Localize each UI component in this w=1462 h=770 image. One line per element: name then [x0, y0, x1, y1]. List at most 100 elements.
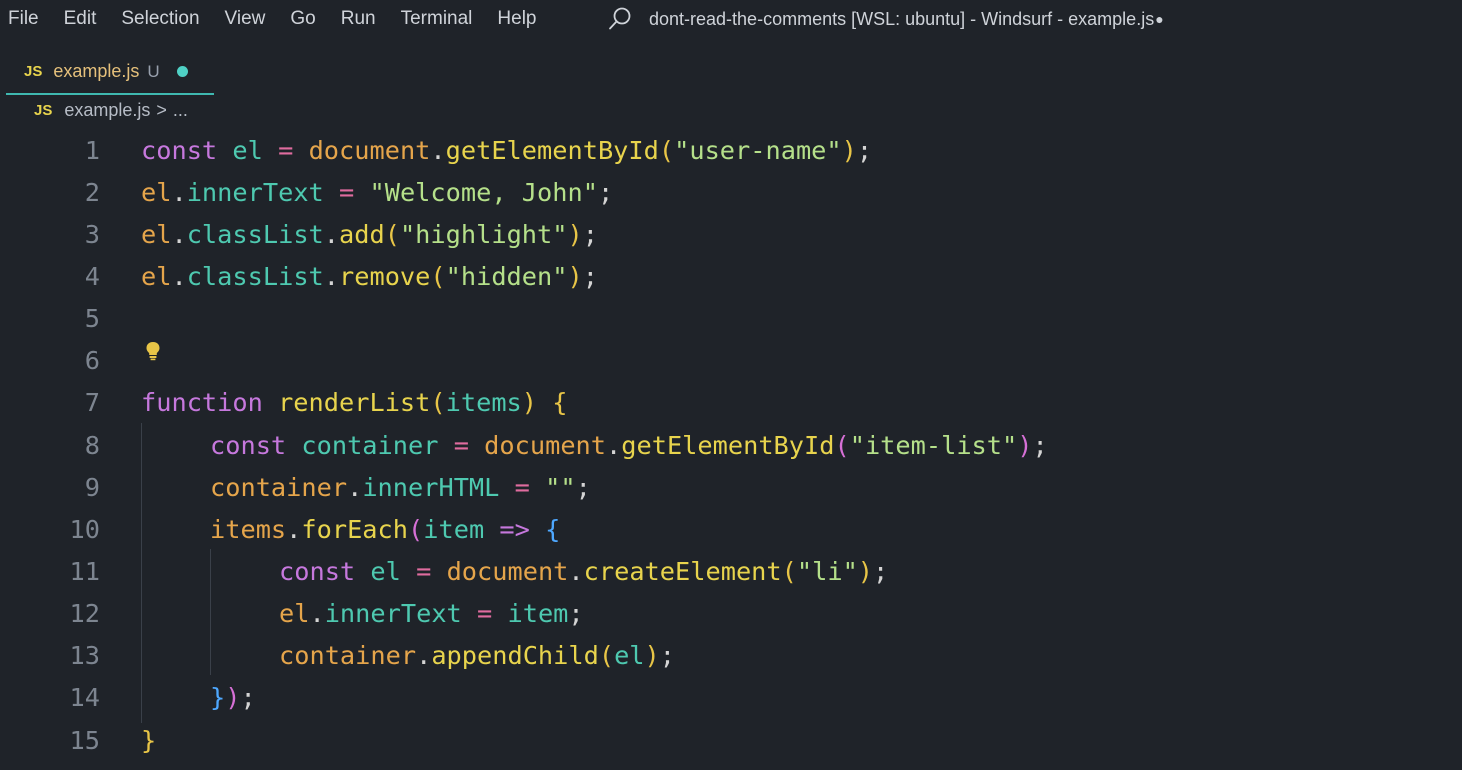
code-token: ) — [857, 557, 874, 586]
code-token: renderList — [278, 388, 431, 418]
code-line[interactable]: 2 el.innerText = "Welcome, John"; — [0, 171, 1462, 213]
code-text: }); — [210, 683, 256, 712]
code-token: ; — [568, 599, 584, 629]
code-token: = — [416, 557, 432, 586]
menu-go[interactable]: Go — [290, 8, 315, 30]
code-line[interactable]: 7 function renderList(items) { — [0, 382, 1462, 424]
line-number: 4 — [84, 261, 100, 291]
menu-edit[interactable]: Edit — [64, 8, 97, 30]
code-token: classList — [186, 219, 324, 249]
code-token: ( — [598, 641, 615, 671]
code-token: ) — [567, 261, 583, 291]
code-text: items.forEach(item => { — [210, 515, 560, 544]
code-line[interactable]: 5 — [0, 298, 1462, 340]
line-number: 8 — [84, 430, 100, 460]
code-token: ; — [873, 557, 889, 586]
code-token: el — [370, 557, 401, 586]
code-token: el — [232, 135, 263, 165]
code-token: . — [568, 557, 584, 586]
code-token: forEach — [301, 514, 409, 544]
code-token: ; — [1032, 430, 1048, 460]
code-token: items — [210, 514, 287, 544]
code-line[interactable]: 15} — [0, 719, 1462, 761]
code-token: item — [423, 514, 485, 544]
code-token: { — [545, 514, 561, 544]
code-token: = — [514, 472, 530, 502]
code-line[interactable]: 12 el.innerText = item; — [0, 593, 1462, 635]
menu-terminal[interactable]: Terminal — [401, 8, 473, 30]
code-line[interactable]: 10 items.forEach(item => { — [0, 508, 1462, 550]
code-line[interactable]: 13 container.appendChild(el); — [0, 635, 1462, 677]
code-line[interactable]: 8 const container = document.getElementBy… — [0, 424, 1462, 466]
tab-example-js[interactable]: JS example.js U — [6, 50, 214, 95]
code-token: document — [484, 430, 607, 460]
code-token: classList — [186, 261, 324, 291]
code-token: getElementById — [445, 135, 659, 165]
line-number: 15 — [69, 725, 100, 755]
code-token: "" — [545, 472, 576, 502]
breadcrumb-separator: > — [156, 100, 167, 120]
code-token: container — [210, 472, 348, 502]
code-text: const el = document.createElement("li"); — [279, 557, 888, 586]
unsaved-indicator: ● — [1155, 11, 1164, 27]
code-token: innerText — [324, 599, 462, 629]
code-line[interactable]: 1 const el = document.getElementById("use… — [0, 129, 1462, 171]
line-number: 2 — [84, 177, 100, 207]
code-token: "user-name" — [674, 135, 842, 165]
code-token: document — [446, 557, 569, 586]
code-token: appendChild — [431, 641, 599, 671]
unsaved-dot-icon[interactable] — [176, 66, 188, 77]
breadcrumb: JS example.js > ... — [34, 100, 188, 121]
line-number: 3 — [84, 219, 100, 249]
code-text: const container = document.getElementByI… — [210, 431, 1048, 460]
code-line[interactable]: 11 const el = document.createElement("li"… — [0, 551, 1462, 593]
code-text: el.innerText = "Welcome, John"; — [141, 178, 613, 207]
code-token: "highlight" — [399, 219, 568, 249]
menu-bar: File Edit Selection View Go Run Terminal… — [8, 8, 562, 30]
code-line[interactable]: 3 el.classList.add("highlight"); — [0, 213, 1462, 255]
line-number: 1 — [84, 135, 100, 165]
code-token: ; — [659, 641, 676, 671]
line-number: 6 — [84, 346, 100, 376]
tab-bar: JS example.js U — [0, 50, 1462, 95]
code-line[interactable]: 6 — [0, 340, 1462, 382]
line-number: 9 — [84, 472, 100, 502]
menu-help[interactable]: Help — [497, 8, 536, 30]
menu-run[interactable]: Run — [341, 8, 376, 30]
code-editor[interactable]: 1 const el = document.getElementById("use… — [0, 128, 1462, 770]
code-line[interactable]: 9 container.innerHTML = ""; — [0, 466, 1462, 508]
command-center[interactable]: dont-read-the-comments [WSL: ubuntu] - W… — [607, 6, 1164, 32]
code-token: "item-list" — [849, 430, 1018, 460]
line-number: 5 — [84, 304, 100, 334]
code-token: } — [141, 725, 157, 755]
code-token: getElementById — [621, 430, 835, 460]
code-token: . — [286, 514, 302, 544]
code-token: . — [606, 430, 622, 460]
code-token: . — [171, 177, 187, 207]
code-line[interactable]: 4 el.classList.remove("hidden"); — [0, 255, 1462, 297]
menu-file[interactable]: File — [8, 8, 39, 30]
code-token: = — [477, 599, 493, 629]
code-token: const — [279, 557, 356, 586]
code-token: ( — [834, 430, 850, 460]
code-token: ( — [384, 219, 400, 249]
code-token: ; — [597, 177, 614, 207]
menu-selection[interactable]: Selection — [121, 8, 199, 30]
breadcrumb-symbols[interactable]: ... — [173, 100, 188, 121]
code-line[interactable]: 14}); — [0, 677, 1462, 719]
breadcrumb-file[interactable]: example.js — [64, 100, 150, 121]
code-token: . — [430, 135, 446, 165]
code-token: container — [279, 641, 417, 671]
code-token: . — [416, 641, 432, 671]
code-token: el — [614, 641, 645, 671]
menu-view[interactable]: View — [225, 8, 266, 30]
line-number: 11 — [69, 557, 100, 586]
code-token: ( — [430, 388, 446, 418]
code-token: "Welcome, John" — [369, 177, 598, 207]
code-token: { — [552, 388, 568, 418]
